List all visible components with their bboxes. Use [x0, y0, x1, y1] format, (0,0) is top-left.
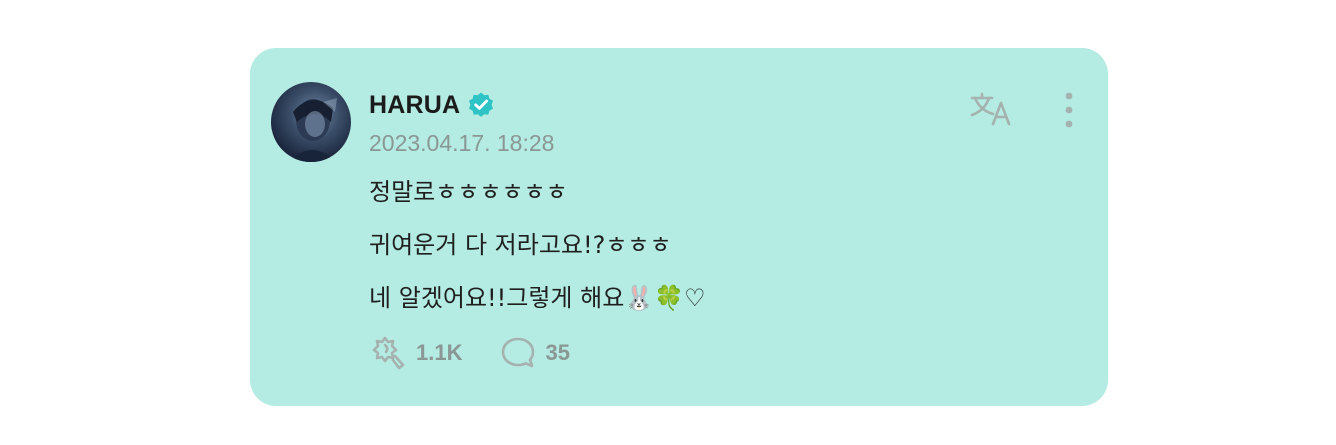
post-text-line: 정말로ㅎㅎㅎㅎㅎㅎ [369, 178, 568, 206]
likes-count: 1.1K [416, 340, 463, 365]
comment-button[interactable]: 35 [500, 336, 570, 370]
more-vertical-icon [1065, 92, 1073, 128]
post-text-line: 네 알겠어요!!그렇게 해요🐰🍀♡ [369, 284, 706, 312]
translate-icon [970, 92, 1011, 126]
like-button[interactable]: 1.1K [369, 336, 462, 370]
author-row: HARUA [369, 88, 495, 122]
post-timestamp: 2023.04.17. 18:28 [369, 130, 555, 156]
comments-count: 35 [545, 340, 570, 365]
post-card: HARUA 2023.04.17. 18:28 정말로ㅎㅎㅎㅎㅎㅎ 귀여운거 다… [250, 48, 1108, 406]
translate-button[interactable] [968, 90, 1014, 128]
verified-badge-icon [467, 91, 495, 119]
action-bar: 1.1K 35 [369, 336, 608, 370]
more-options-button[interactable] [1058, 90, 1080, 130]
author-name[interactable]: HARUA [369, 91, 460, 120]
avatar-photo [289, 98, 337, 162]
like-icon [372, 336, 405, 370]
comment-icon [502, 337, 535, 368]
post-body: 정말로ㅎㅎㅎㅎㅎㅎ 귀여운거 다 저라고요!?ㅎㅎㅎ 네 알겠어요!!그렇게 해… [369, 172, 706, 331]
avatar[interactable] [271, 82, 351, 162]
post-text-line: 귀여운거 다 저라고요!?ㅎㅎㅎ [369, 231, 672, 259]
